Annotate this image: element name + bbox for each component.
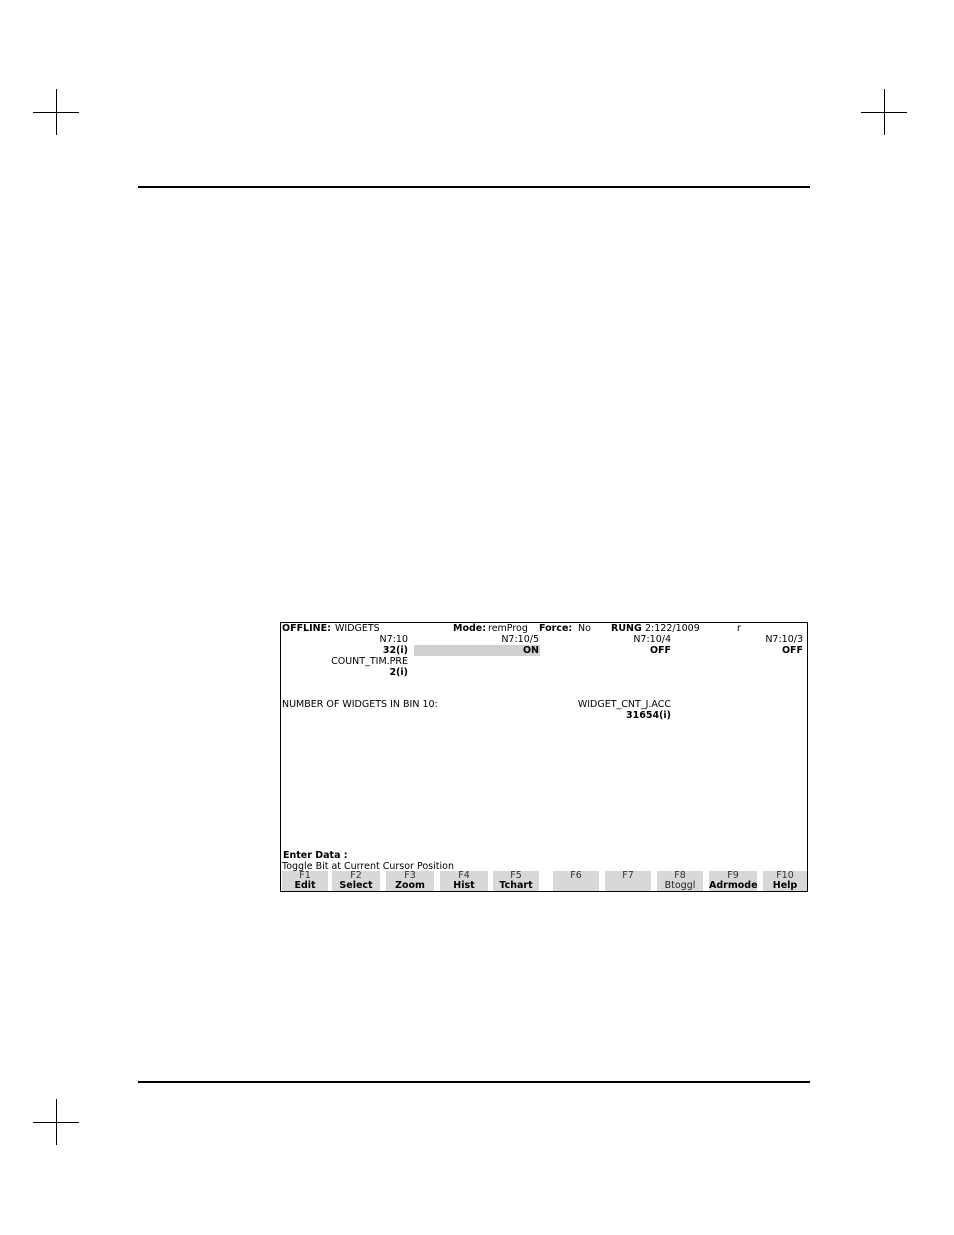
function-key-bar: F1 Edit F2 Select F3 Zoom F4 Hist F5 Tchart F… bbox=[281, 871, 807, 891]
rung-value: 2:122/1009 bbox=[645, 623, 700, 634]
fkey-f1-edit[interactable]: F1 Edit bbox=[282, 871, 328, 891]
fkey-f8-btoggl[interactable]: F8 Btoggl bbox=[657, 871, 703, 891]
fkey-f2-select[interactable]: F2 Select bbox=[332, 871, 380, 891]
rung-label: RUNG bbox=[611, 623, 642, 634]
force-value: No bbox=[578, 623, 591, 634]
fkey-f7[interactable]: F7 bbox=[605, 871, 651, 891]
address-n7-10-4: N7:10/4 bbox=[633, 634, 671, 645]
enter-data-prompt[interactable]: Enter Data : bbox=[283, 850, 348, 861]
preset-label: COUNT_TIM.PRE bbox=[331, 656, 408, 667]
mode-label: Mode: bbox=[453, 623, 487, 634]
rung-comment: NUMBER OF WIDGETS IN BIN 10: bbox=[282, 699, 438, 710]
preset-value[interactable]: 2(i) bbox=[301, 667, 408, 678]
fkey-f6[interactable]: F6 bbox=[553, 871, 599, 891]
status-flag: r bbox=[737, 623, 741, 634]
accumulator-label: WIDGET_CNT_J.ACC bbox=[577, 699, 671, 710]
crop-mark-top-left-v bbox=[56, 89, 57, 135]
value-n7-10-5[interactable]: ON bbox=[441, 645, 539, 656]
file-name: WIDGETS bbox=[335, 623, 380, 634]
fkey-f3-zoom[interactable]: F3 Zoom bbox=[386, 871, 434, 891]
address-n7-10: N7:10 bbox=[379, 634, 408, 645]
address-n7-10-3: N7:10/3 bbox=[765, 634, 803, 645]
accumulator-value[interactable]: 31654(i) bbox=[551, 710, 671, 721]
terminal-screenshot: OFFLINE: WIDGETS Mode: remProg Force: No… bbox=[280, 622, 808, 892]
force-label: Force: bbox=[539, 623, 573, 634]
address-n7-10-5: N7:10/5 bbox=[501, 634, 539, 645]
mode-value: remProg bbox=[488, 623, 528, 634]
value-n7-10[interactable]: 32(i) bbox=[341, 645, 408, 656]
header-rule bbox=[138, 186, 810, 188]
crop-mark-top-right-v bbox=[884, 89, 885, 135]
footer-rule bbox=[138, 1081, 810, 1083]
crop-mark-bottom-left-v bbox=[56, 1099, 57, 1145]
fkey-f10-help[interactable]: F10 Help bbox=[763, 871, 807, 891]
offline-label: OFFLINE: bbox=[282, 623, 331, 634]
value-n7-10-3[interactable]: OFF bbox=[711, 645, 803, 656]
fkey-f5-tchart[interactable]: F5 Tchart bbox=[493, 871, 539, 891]
fkey-f4-hist[interactable]: F4 Hist bbox=[440, 871, 488, 891]
value-n7-10-4[interactable]: OFF bbox=[581, 645, 671, 656]
fkey-f9-adrmode[interactable]: F9 Adrmode bbox=[709, 871, 758, 891]
